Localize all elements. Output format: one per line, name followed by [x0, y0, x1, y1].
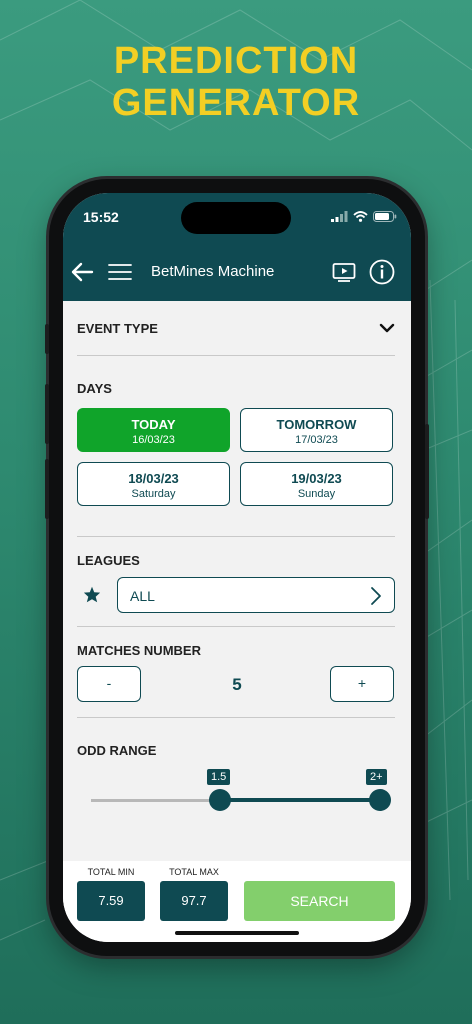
- odd-range-fill: [221, 798, 381, 802]
- phone-volume-down-button: [45, 459, 49, 519]
- leagues-label: LEAGUES: [77, 553, 140, 568]
- phone-action-button: [45, 324, 49, 354]
- battery-icon: [373, 211, 397, 222]
- signal-icon: [331, 211, 348, 222]
- app-bar: BetMines Machine: [63, 243, 411, 301]
- home-indicator[interactable]: [175, 931, 299, 935]
- day-name: 19/03/23: [291, 471, 342, 486]
- odd-range-track[interactable]: [91, 799, 221, 802]
- day-button-today[interactable]: TODAY 16/03/23: [77, 408, 230, 452]
- day-button-tomorrow[interactable]: TOMORROW 17/03/23: [240, 408, 393, 452]
- info-button[interactable]: [367, 257, 397, 287]
- divider: [77, 355, 395, 356]
- divider: [77, 626, 395, 627]
- chevron-right-icon: [371, 587, 381, 605]
- day-name: TOMORROW: [276, 417, 357, 432]
- total-min-value: 7.59: [77, 881, 145, 921]
- phone-screen: 15:52 BetMines Machine EVENT TYPE DAYS T…: [63, 193, 411, 942]
- video-button[interactable]: [329, 257, 359, 287]
- total-min-label: TOTAL MIN: [87, 867, 135, 877]
- headline-line-1: PREDICTION: [113, 40, 359, 82]
- divider: [77, 536, 395, 537]
- day-button-saturday[interactable]: 18/03/23 Saturday: [77, 462, 230, 506]
- day-button-sunday[interactable]: 19/03/23 Sunday: [240, 462, 393, 506]
- generator-form: EVENT TYPE DAYS TODAY 16/03/23 TOMORROW …: [63, 301, 411, 861]
- decrement-button[interactable]: -: [77, 666, 141, 702]
- divider: [77, 717, 395, 718]
- chevron-down-icon[interactable]: [379, 322, 395, 334]
- phone-power-button: [425, 424, 429, 519]
- odd-min-handle[interactable]: [209, 789, 231, 811]
- back-button[interactable]: [67, 257, 97, 287]
- star-icon[interactable]: [83, 586, 101, 603]
- odd-max-label: 2+: [366, 769, 387, 785]
- total-max-label: TOTAL MAX: [169, 867, 219, 877]
- leagues-selector[interactable]: ALL: [117, 577, 395, 613]
- matches-number-label: MATCHES NUMBER: [77, 643, 201, 658]
- menu-button[interactable]: [105, 257, 135, 287]
- status-icons: [331, 211, 397, 222]
- search-button[interactable]: SEARCH: [244, 881, 395, 921]
- status-time: 15:52: [83, 209, 119, 225]
- odd-range-label: ODD RANGE: [77, 743, 157, 758]
- info-icon: [369, 259, 395, 285]
- back-arrow-icon: [71, 262, 94, 282]
- odd-min-label: 1.5: [207, 769, 231, 785]
- video-play-icon: [332, 263, 356, 282]
- day-date: 17/03/23: [295, 434, 338, 446]
- day-name: 18/03/23: [128, 471, 179, 486]
- day-name: TODAY: [131, 417, 176, 432]
- days-label: DAYS: [77, 381, 112, 396]
- odd-max-handle[interactable]: [369, 789, 391, 811]
- hamburger-menu-icon: [108, 264, 132, 280]
- total-max-value: 97.7: [160, 881, 228, 921]
- headline-line-2: GENERATOR: [111, 82, 361, 124]
- bottom-bar: TOTAL MIN 7.59 TOTAL MAX 97.7 SEARCH: [63, 861, 411, 942]
- status-bar: 15:52: [63, 193, 411, 243]
- wifi-icon: [353, 211, 368, 222]
- day-date: Saturday: [131, 488, 176, 500]
- matches-value: 5: [232, 675, 242, 694]
- phone-volume-up-button: [45, 384, 49, 444]
- increment-button[interactable]: +: [330, 666, 394, 702]
- phone-frame: 15:52 BetMines Machine EVENT TYPE DAYS T…: [45, 179, 429, 956]
- dynamic-island: [181, 202, 291, 234]
- leagues-value: ALL: [130, 588, 155, 604]
- day-date: Sunday: [297, 488, 336, 500]
- app-title: BetMines Machine: [151, 263, 275, 280]
- event-type-label[interactable]: EVENT TYPE: [77, 321, 158, 336]
- day-date: 16/03/23: [132, 434, 175, 446]
